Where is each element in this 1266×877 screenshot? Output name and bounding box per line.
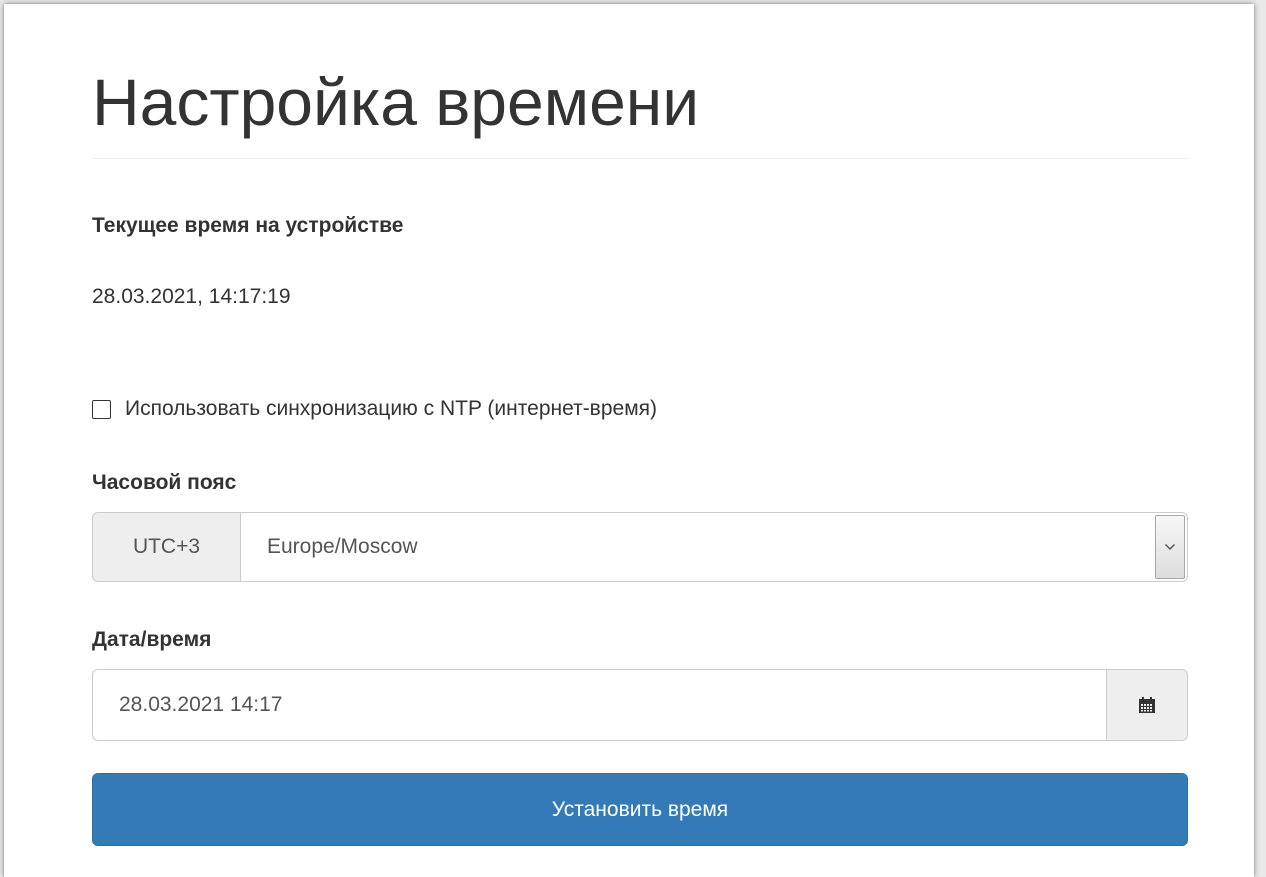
current-time-value: 28.03.2021, 14:17:19 <box>92 285 291 308</box>
timezone-selected-value: Europe/Moscow <box>267 535 418 558</box>
page-title: Настройка времени <box>92 65 700 139</box>
calendar-button[interactable] <box>1106 669 1188 741</box>
ntp-sync-checkbox[interactable] <box>92 399 111 419</box>
dropdown-arrow-button[interactable] <box>1155 515 1185 579</box>
timezone-input-group: UTC+3 Europe/Moscow <box>92 512 1188 582</box>
ntp-sync-label[interactable]: Использовать синхронизацию с NTP (интерн… <box>125 397 657 421</box>
current-time-label: Текущее время на устройстве <box>92 214 404 237</box>
title-divider <box>92 158 1189 159</box>
set-time-button-label: Установить время <box>551 797 729 821</box>
timezone-offset: UTC+3 <box>132 535 201 558</box>
timezone-label: Часовой пояс <box>92 471 237 494</box>
datetime-input-value: 28.03.2021 14:17 <box>119 693 283 716</box>
time-settings-panel: Настройка времени Текущее время на устро… <box>4 4 1254 877</box>
datetime-input-group: 28.03.2021 14:17 <box>92 669 1188 741</box>
datetime-input[interactable]: 28.03.2021 14:17 <box>92 669 1106 741</box>
ntp-sync-option[interactable]: Использовать синхронизацию с NTP (интерн… <box>92 394 657 424</box>
chevron-down-icon <box>1164 543 1176 551</box>
datetime-label: Дата/время <box>92 628 212 651</box>
timezone-select[interactable]: Europe/Moscow <box>240 512 1188 582</box>
timezone-offset-addon: UTC+3 <box>92 512 240 582</box>
set-time-button[interactable]: Установить время <box>92 773 1188 846</box>
calendar-icon <box>1139 697 1155 713</box>
